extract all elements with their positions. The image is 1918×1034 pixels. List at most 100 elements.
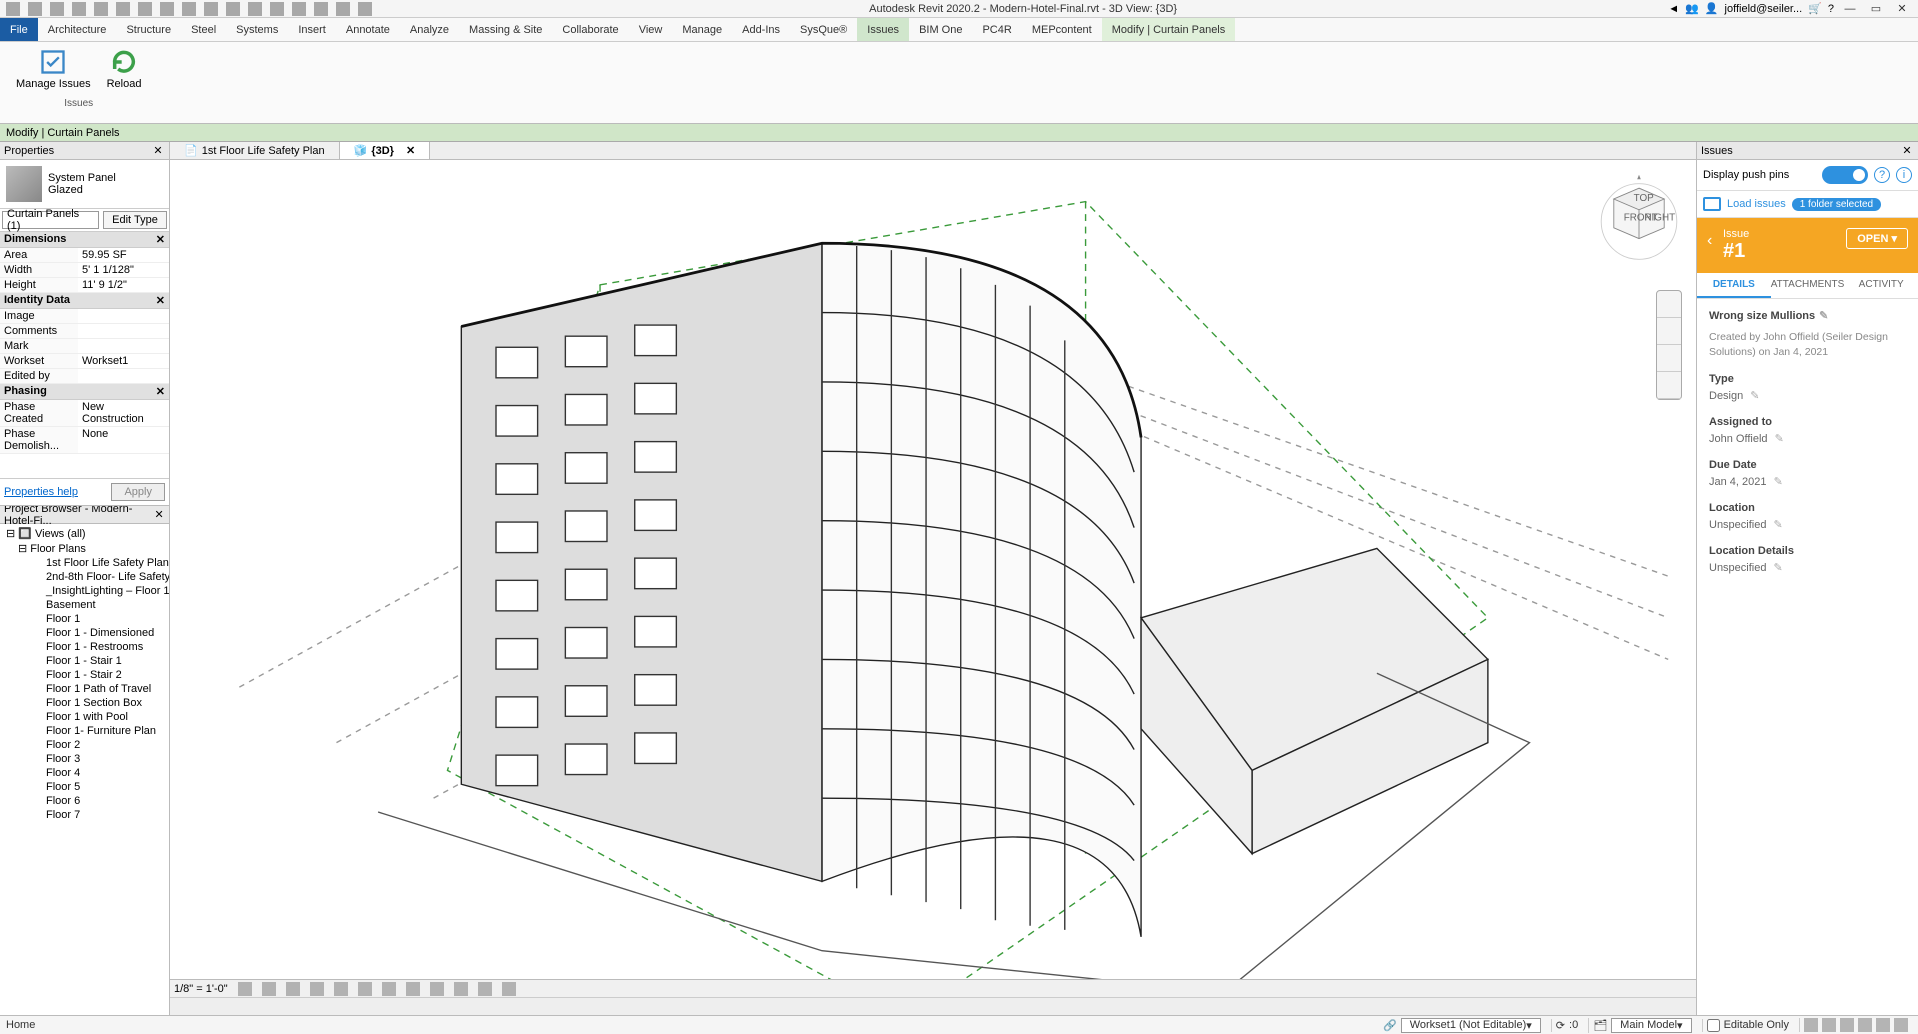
menu-view[interactable]: View [629, 18, 673, 41]
help-icon[interactable]: ? [1874, 167, 1890, 183]
select-face-icon[interactable] [1858, 1018, 1872, 1032]
user-icon[interactable]: 👤 [1705, 2, 1719, 15]
model-icon[interactable]: 🗂 [1593, 1019, 1607, 1032]
nav-wheel-icon[interactable] [1657, 291, 1681, 318]
qat-icon[interactable] [50, 2, 64, 16]
3d-canvas[interactable]: FRONT RIGHT TOP [170, 160, 1696, 979]
menu-annotate[interactable]: Annotate [336, 18, 400, 41]
close-icon[interactable]: ✕ [153, 508, 165, 521]
properties-help-link[interactable]: Properties help [4, 486, 78, 498]
menu-sysque[interactable]: SysQue® [790, 18, 857, 41]
tree-item[interactable]: Floor 5 [0, 780, 169, 794]
menu-pc4r[interactable]: PC4R [972, 18, 1021, 41]
qat-icon[interactable] [6, 2, 20, 16]
reload-button[interactable]: Reload [99, 46, 150, 92]
pencil-icon[interactable]: ✎ [1819, 310, 1828, 322]
close-icon[interactable]: ✕ [151, 144, 165, 157]
filter-icon[interactable] [1894, 1018, 1908, 1032]
sync-icon[interactable]: ⟳ [1556, 1019, 1565, 1032]
drag-elements-icon[interactable] [1876, 1018, 1890, 1032]
properties-header[interactable]: Properties ✕ [0, 142, 169, 160]
menu-insert[interactable]: Insert [288, 18, 336, 41]
tree-item[interactable]: Floor 1 with Pool [0, 710, 169, 724]
qat-icon[interactable] [204, 2, 218, 16]
navigation-bar[interactable] [1656, 290, 1682, 400]
tree-item[interactable]: Floor 1- Furniture Plan [0, 724, 169, 738]
qat-icon[interactable] [226, 2, 240, 16]
menu-analyze[interactable]: Analyze [400, 18, 459, 41]
recent-icon[interactable]: ◄ [1668, 3, 1679, 15]
workset-selector[interactable]: Workset1 (Not Editable) ▾ [1401, 1018, 1541, 1033]
load-issues-link[interactable]: Load issues [1727, 198, 1786, 210]
pencil-icon[interactable]: ✎ [1774, 476, 1783, 488]
pencil-icon[interactable]: ✎ [1750, 390, 1759, 402]
crop-icon[interactable] [358, 982, 372, 996]
pencil-icon[interactable]: ✎ [1775, 433, 1784, 445]
close-icon[interactable]: ✕ [1900, 144, 1914, 157]
property-row[interactable]: Phase CreatedNew Construction [0, 400, 169, 427]
editable-only-checkbox[interactable] [1707, 1019, 1720, 1032]
cart-icon[interactable]: 🛒 [1808, 2, 1822, 15]
rendering-icon[interactable] [334, 982, 348, 996]
qat-icon[interactable] [182, 2, 196, 16]
tree-item[interactable]: Floor 1 - Restrooms [0, 640, 169, 654]
tree-item[interactable]: Floor 1 - Stair 2 [0, 668, 169, 682]
qat-icon[interactable] [72, 2, 86, 16]
menu-collaborate[interactable]: Collaborate [552, 18, 628, 41]
select-links-icon[interactable] [1804, 1018, 1818, 1032]
qat-icon[interactable] [116, 2, 130, 16]
help-icon[interactable]: ? [1828, 3, 1834, 15]
nav-pan-icon[interactable] [1657, 318, 1681, 345]
qat-icon[interactable] [28, 2, 42, 16]
property-section-header[interactable]: Identity Data✕ [0, 293, 169, 309]
scale-label[interactable]: 1/8" = 1'-0" [174, 983, 228, 995]
reveal-icon[interactable] [454, 982, 468, 996]
view-tab[interactable]: 📄 1st Floor Life Safety Plan [170, 142, 340, 159]
properties-type-selector[interactable]: System Panel Glazed [0, 160, 169, 209]
property-row[interactable]: Edited by [0, 369, 169, 384]
tree-item[interactable]: Floor 4 [0, 766, 169, 780]
qat-icon[interactable] [138, 2, 152, 16]
property-row[interactable]: Image [0, 309, 169, 324]
nav-zoom-icon[interactable] [1657, 345, 1681, 372]
menu-addins[interactable]: Add-Ins [732, 18, 790, 41]
back-icon[interactable]: ‹ [1707, 232, 1712, 250]
tree-item[interactable]: Floor 3 [0, 752, 169, 766]
analytical-icon[interactable] [478, 982, 492, 996]
tree-item[interactable]: Floor 6 [0, 794, 169, 808]
load-issues-row[interactable]: Load issues 1 folder selected [1697, 191, 1918, 218]
tree-item[interactable]: Floor 1 - Stair 1 [0, 654, 169, 668]
qat-icon[interactable] [270, 2, 284, 16]
select-underlay-icon[interactable] [1822, 1018, 1836, 1032]
view-cube[interactable]: FRONT RIGHT TOP [1594, 172, 1684, 262]
sun-path-icon[interactable] [286, 982, 300, 996]
view-tab-active[interactable]: 🧊 {3D}✕ [340, 142, 431, 159]
edit-type-button[interactable]: Edit Type [103, 211, 167, 229]
tree-item[interactable]: 1st Floor Life Safety Plan [0, 556, 169, 570]
tree-item[interactable]: _InsightLighting – Floor 1 [0, 584, 169, 598]
select-pinned-icon[interactable] [1840, 1018, 1854, 1032]
browser-header[interactable]: Project Browser - Modern-Hotel-Fi... ✕ [0, 506, 169, 524]
menu-massing[interactable]: Massing & Site [459, 18, 552, 41]
menu-mepcontent[interactable]: MEPcontent [1022, 18, 1102, 41]
menu-steel[interactable]: Steel [181, 18, 226, 41]
workset-icon[interactable]: 🔗 [1383, 1019, 1397, 1032]
tree-item[interactable]: Floor 1 - Dimensioned [0, 626, 169, 640]
shadows-icon[interactable] [310, 982, 324, 996]
qat-icon[interactable] [358, 2, 372, 16]
apply-button[interactable]: Apply [111, 483, 165, 501]
tab-details[interactable]: DETAILS [1697, 273, 1771, 298]
tree-item[interactable]: Floor 1 Path of Travel [0, 682, 169, 696]
instance-filter[interactable]: Curtain Panels (1) [2, 211, 99, 229]
property-row[interactable]: Mark [0, 339, 169, 354]
maximize-button[interactable]: ▭ [1866, 2, 1886, 16]
menu-bimone[interactable]: BIM One [909, 18, 972, 41]
menu-file[interactable]: File [0, 18, 38, 41]
qat-icon[interactable] [314, 2, 328, 16]
minimize-button[interactable]: — [1840, 2, 1860, 16]
info-icon[interactable]: i [1896, 167, 1912, 183]
horizontal-scrollbar[interactable] [170, 997, 1696, 1015]
temp-hide-icon[interactable] [430, 982, 444, 996]
tree-item[interactable]: Basement [0, 598, 169, 612]
qat-icon[interactable] [160, 2, 174, 16]
